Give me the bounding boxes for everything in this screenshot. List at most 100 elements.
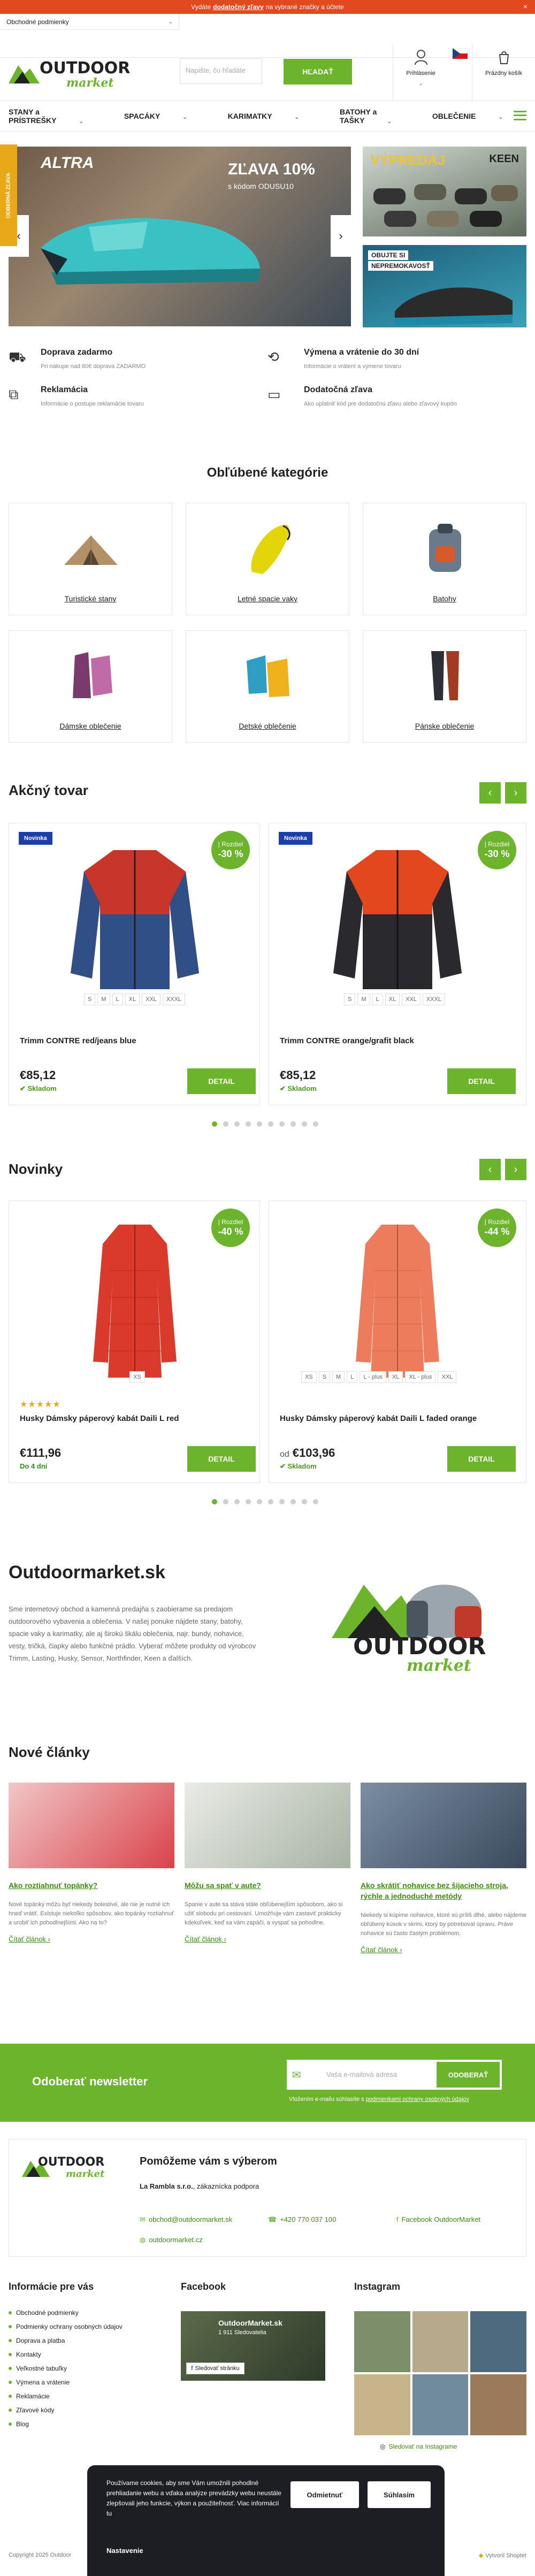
category-card-womens-clothing[interactable]: Dámske oblečenie	[9, 630, 172, 743]
search-input[interactable]: Napište, čo hľadáte	[180, 58, 262, 84]
nav-item-batohy[interactable]: BATOHY a TAŠKY ⌄	[340, 108, 412, 125]
instagram-photo[interactable]	[354, 2374, 410, 2435]
product-name[interactable]: Trimm CONTRE orange/grafit black	[280, 1036, 414, 1045]
detail-button[interactable]: DETAIL	[447, 1446, 516, 1472]
pagination-dot[interactable]	[279, 1121, 285, 1127]
info-dropdown[interactable]: Obchodné podmienky ⌄	[0, 14, 179, 30]
size-option[interactable]: XL	[385, 993, 400, 1005]
pagination-dot[interactable]	[223, 1121, 228, 1127]
help-phone-link[interactable]: ☎ +420 770 037 100	[268, 2215, 336, 2224]
pagination-dot[interactable]	[246, 1121, 251, 1127]
footer-link[interactable]: Veľkostné tabuľky	[9, 2365, 123, 2372]
help-web-link[interactable]: ◍ outdoormarket.cz	[140, 2236, 203, 2244]
size-option[interactable]: XXL	[438, 1371, 457, 1383]
instagram-follow-link[interactable]: ◎ Sledovať na Instagrame	[380, 2443, 457, 2450]
product-name[interactable]: Husky Dámsky páperový kabát Daili L fade…	[280, 1414, 477, 1423]
pagination-dot[interactable]	[268, 1121, 273, 1127]
benefit-returns[interactable]: ⟲ Výmena a vrátenie do 30 dní Informácie…	[268, 348, 514, 370]
size-option[interactable]: XXXL	[422, 993, 446, 1005]
size-option[interactable]: XS	[301, 1371, 317, 1383]
menu-icon[interactable]	[514, 111, 526, 120]
pagination-dot[interactable]	[302, 1499, 307, 1504]
footer-link[interactable]: Výmena a vrátenie	[9, 2379, 123, 2386]
cookie-accept-button[interactable]: Súhlasím	[368, 2481, 431, 2508]
product-card[interactable]: | Rozdiel -40 % XS ★★★★★ Husky Dámsky páp…	[9, 1201, 260, 1483]
cookie-settings-link[interactable]: Nastavenie	[106, 2547, 143, 2555]
footer-link[interactable]: Podmienky ochrany osobných údajov	[9, 2323, 123, 2330]
footer-link[interactable]: Kontakty	[9, 2351, 123, 2358]
pagination-dot[interactable]	[257, 1121, 262, 1127]
cookie-deny-button[interactable]: Odmietnuť	[291, 2481, 359, 2508]
product-name[interactable]: Trimm CONTRE red/jeans blue	[20, 1036, 136, 1045]
hero-next-button[interactable]: ›	[331, 215, 351, 257]
size-option[interactable]: S	[344, 993, 356, 1005]
size-option[interactable]: XL	[388, 1371, 403, 1383]
read-more-link[interactable]: Čítať článok ›	[185, 1935, 350, 1943]
category-card-mens-clothing[interactable]: Pánske oblečenie	[363, 630, 526, 743]
carousel-prev-button[interactable]: ‹	[479, 1159, 501, 1180]
login-button[interactable]: Prihlásenie ⌄	[393, 44, 448, 101]
benefit-discount[interactable]: ▭ Dodatočná zľava Ako uplatniť kód pre d…	[268, 385, 514, 407]
pagination-dot[interactable]	[234, 1121, 240, 1127]
close-icon[interactable]: ×	[523, 2, 528, 11]
carousel-prev-button[interactable]: ‹	[479, 782, 501, 804]
help-facebook-link[interactable]: f Facebook OutdoorMarket	[396, 2215, 480, 2223]
instagram-photo[interactable]	[412, 2374, 469, 2435]
size-option[interactable]: S	[318, 1371, 331, 1383]
size-option[interactable]: XS	[129, 1371, 145, 1383]
read-more-link[interactable]: Čítať článok ›	[361, 1946, 526, 1954]
size-option[interactable]: L	[372, 993, 383, 1005]
detail-button[interactable]: DETAIL	[187, 1446, 256, 1472]
newsletter-email-input[interactable]: Vaša e-mailová adresa	[326, 2070, 397, 2078]
article-card[interactable]: Ako roztiahnuť topánky? Nové topánky môž…	[9, 1783, 174, 1943]
footer-link[interactable]: Reklamácie	[9, 2392, 123, 2400]
pagination-dot[interactable]	[212, 1121, 217, 1127]
category-card-kids-clothing[interactable]: Detské oblečenie	[186, 630, 349, 743]
nav-item-spacaky[interactable]: SPACÁKY ⌄	[124, 112, 208, 120]
newsletter-submit-button[interactable]: ODOBERAŤ	[437, 2062, 500, 2088]
pagination-dot[interactable]	[291, 1499, 296, 1504]
detail-button[interactable]: DETAIL	[447, 1068, 516, 1094]
category-card-tents[interactable]: Turistické stany	[9, 503, 172, 615]
size-option[interactable]: XL	[125, 993, 140, 1005]
shoptet-credit[interactable]: ◆ Vytvoril Shoptet	[479, 2552, 526, 2559]
carousel-next-button[interactable]: ›	[505, 1159, 526, 1180]
help-email-link[interactable]: ✉ obchod@outdoormarket.sk	[140, 2215, 232, 2224]
footer-link[interactable]: Obchodné podmienky	[9, 2309, 123, 2317]
pagination-dot[interactable]	[246, 1499, 251, 1504]
benefit-claims[interactable]: ⧉ Reklamácia Informácie o postupe reklam…	[9, 385, 255, 407]
detail-button[interactable]: DETAIL	[187, 1068, 256, 1094]
facebook-follow-button[interactable]: f Sledovať stránku	[186, 2363, 244, 2374]
pagination-dot[interactable]	[302, 1121, 307, 1127]
instagram-photo[interactable]	[412, 2311, 469, 2372]
article-title[interactable]: Môžu sa spať v aute?	[185, 1880, 350, 1891]
footer-link[interactable]: Zľavové kódy	[9, 2406, 123, 2414]
promo-banner-keen[interactable]: VÝPREDAJ KEEN	[363, 147, 526, 236]
search-button[interactable]: HĽADAŤ	[284, 59, 352, 85]
article-card[interactable]: Môžu sa spať v aute? Spanie v aute sa st…	[185, 1783, 350, 1943]
discount-side-tab[interactable]: ODBERNÁ ZĽAVA	[0, 144, 17, 246]
instagram-photo[interactable]	[470, 2311, 526, 2372]
product-card[interactable]: Novinka | Rozdiel -30 % S M L XL XXL XXXL Trim…	[269, 823, 526, 1105]
article-card[interactable]: Ako skrátiť nohavice bez šijacieho stroj…	[361, 1783, 526, 1954]
pagination-dot[interactable]	[279, 1499, 285, 1504]
cart-button[interactable]: Prázdny košík	[472, 44, 535, 101]
article-title[interactable]: Ako roztiahnuť topánky?	[9, 1880, 174, 1891]
size-option[interactable]: XXL	[142, 993, 160, 1005]
size-option[interactable]: L	[112, 993, 123, 1005]
logo[interactable]: OUTDOOR market	[9, 58, 130, 90]
nav-item-stany[interactable]: STANY a PRÍSTREŠKY ⌄	[9, 108, 104, 125]
carousel-next-button[interactable]: ›	[505, 782, 526, 804]
size-option[interactable]: XL - plus	[405, 1371, 436, 1383]
pagination-dot[interactable]	[291, 1121, 296, 1127]
read-more-link[interactable]: Čítať článok ›	[9, 1935, 174, 1943]
category-card-sleeping-bags[interactable]: Letné spacie vaky	[186, 503, 349, 615]
pagination-dot[interactable]	[313, 1499, 318, 1504]
pagination-dot[interactable]	[223, 1499, 228, 1504]
size-option[interactable]: XXXL	[162, 993, 186, 1005]
promo-banner-waterproof[interactable]: OBUJTE SI NEPREMOKAVOSŤ	[363, 245, 526, 327]
nav-item-karimatky[interactable]: KARIMATKY ⌄	[228, 112, 319, 120]
nav-item-oblecenie[interactable]: OBLEČENIE ⌄	[432, 112, 523, 120]
size-option[interactable]: M	[332, 1371, 345, 1383]
facebook-widget[interactable]: OutdoorMarket.sk 1 911 Sledovatelia f Sle…	[181, 2311, 325, 2381]
